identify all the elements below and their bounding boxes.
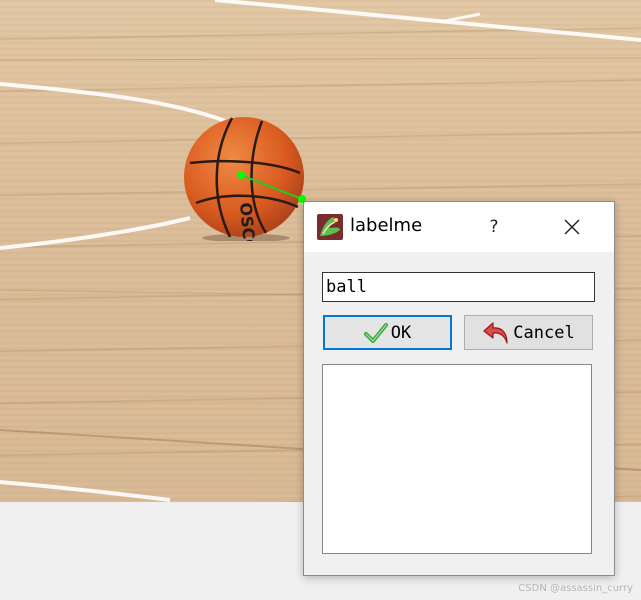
basketball-image: OSCO — [184, 117, 304, 241]
close-button[interactable] — [552, 212, 592, 242]
undo-arrow-icon — [483, 321, 508, 344]
labelme-icon — [317, 214, 343, 240]
ok-button[interactable]: OK — [323, 315, 452, 350]
dialog-title: labelme — [350, 215, 423, 236]
ok-label: OK — [390, 322, 412, 343]
ball-brand-text: OSCO — [236, 202, 259, 241]
label-dialog: labelme ? OK Cancel — [303, 201, 615, 576]
labelme-window: OSCO labelme ? ball OK Cancel CSDN @assa… — [0, 0, 641, 600]
watermark: CSDN @assassin_curry — [518, 583, 633, 594]
help-button[interactable]: ? — [474, 212, 514, 242]
cancel-label: Cancel — [513, 322, 575, 343]
close-icon — [564, 219, 580, 235]
cancel-button[interactable]: Cancel — [464, 315, 593, 350]
checkmark-icon — [363, 322, 388, 343]
label-input[interactable] — [322, 272, 595, 302]
dialog-title-bar[interactable]: labelme ? — [304, 202, 614, 252]
help-label: ? — [489, 217, 499, 237]
label-list[interactable] — [322, 364, 592, 554]
